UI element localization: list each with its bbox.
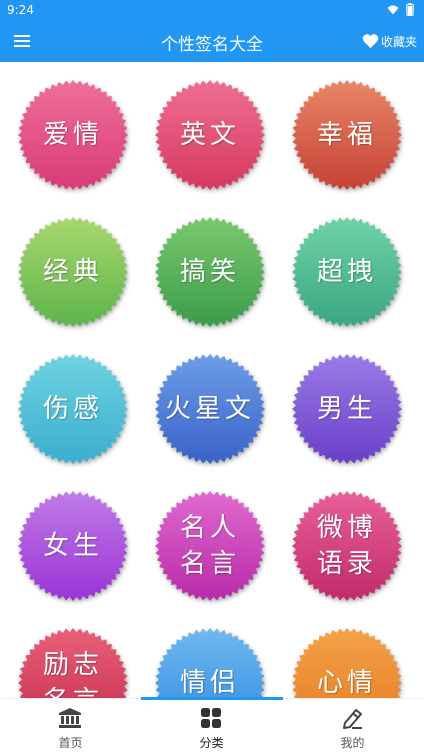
grid-icon <box>201 708 221 728</box>
category-label: 情侣 <box>179 668 240 698</box>
category-badge[interactable]: 爱情 <box>17 79 129 191</box>
category-label: 英文 <box>179 120 240 150</box>
nav-home[interactable]: 首页 <box>0 699 141 755</box>
favorites-button[interactable]: 收藏夹 <box>362 31 417 51</box>
wifi-icon <box>387 5 399 14</box>
category-badge[interactable]: 女生 <box>17 490 129 602</box>
category-label: 爱情 <box>42 120 103 150</box>
category-label: 搞笑 <box>179 257 240 287</box>
category-badge[interactable]: 心情 <box>291 627 403 698</box>
category-label: 男生 <box>316 394 377 424</box>
nav-mine[interactable]: 我的 <box>282 699 423 755</box>
category-label: 心情 <box>316 668 377 698</box>
category-badge[interactable]: 名人 名言 <box>154 490 266 602</box>
page-title: 个性签名大全 <box>161 35 263 55</box>
category-label: 幸福 <box>316 120 377 150</box>
nav-home-label: 首页 <box>58 736 83 750</box>
category-badge[interactable]: 超拽 <box>291 216 403 328</box>
category-badge[interactable]: 情侣 <box>154 627 266 698</box>
category-label: 经典 <box>42 257 103 287</box>
edit-icon <box>343 709 362 729</box>
favorites-label: 收藏夹 <box>380 34 417 49</box>
status-time: 9:24 <box>7 3 34 17</box>
battery-icon <box>406 3 414 16</box>
category-badge[interactable]: 经典 <box>17 216 129 328</box>
status-icons <box>387 2 414 16</box>
category-badge[interactable]: 幸福 <box>291 79 403 191</box>
bottom-nav: 首页 分类 我的 <box>0 697 424 755</box>
category-label: 微博 语录 <box>316 513 377 579</box>
category-label: 女生 <box>42 531 103 561</box>
category-label: 伤感 <box>42 394 103 424</box>
category-badge[interactable]: 英文 <box>154 79 266 191</box>
nav-category-label: 分类 <box>199 736 224 750</box>
category-label: 励志 名言 <box>42 650 103 698</box>
category-label: 超拽 <box>316 257 377 287</box>
category-badge[interactable]: 微博 语录 <box>291 490 403 602</box>
category-label: 名人 名言 <box>179 513 240 579</box>
category-label: 火星文 <box>164 394 255 424</box>
status-bar: 9:24 <box>0 0 424 20</box>
category-grid: 爱情 英文 幸福经典 搞笑 超拽伤感 火星文 男生女生 名人 名言 微博 语录励志 名言 情侣 心情 <box>0 62 424 698</box>
nav-category[interactable]: 分类 <box>141 699 282 755</box>
bank-icon <box>59 708 81 728</box>
heart-icon <box>362 34 379 49</box>
nav-mine-label: 我的 <box>340 736 365 750</box>
category-badge[interactable]: 伤感 <box>17 353 129 465</box>
category-badge[interactable]: 励志 名言 <box>17 627 129 698</box>
category-badge[interactable]: 搞笑 <box>154 216 266 328</box>
app-bar: 个性签名大全 收藏夹 <box>0 20 424 62</box>
category-badge[interactable]: 男生 <box>291 353 403 465</box>
category-badge[interactable]: 火星文 <box>154 353 266 465</box>
